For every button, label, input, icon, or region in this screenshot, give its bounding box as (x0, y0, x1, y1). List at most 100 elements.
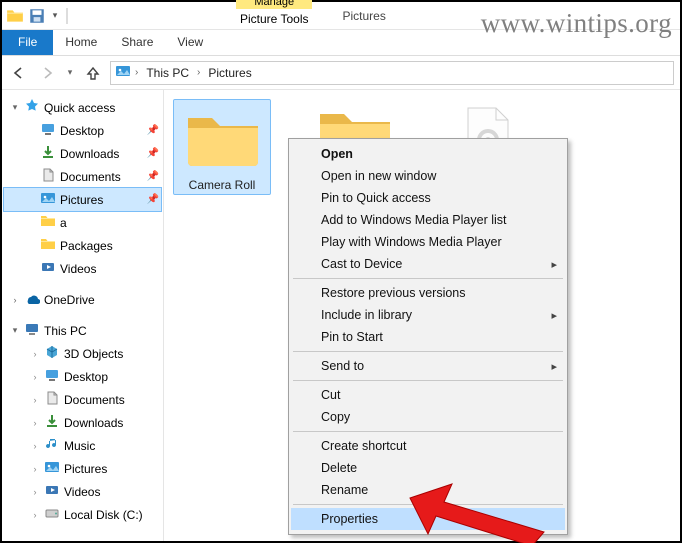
chevron-right-icon[interactable]: › (135, 67, 138, 78)
videos-icon (40, 259, 56, 278)
tree-label: Downloads (64, 416, 159, 430)
pin-icon: 📌 (147, 148, 159, 159)
tab-home[interactable]: Home (53, 30, 109, 55)
menu-item-create-shortcut[interactable]: Create shortcut (291, 435, 565, 457)
menu-item-send-to[interactable]: Send to▸ (291, 355, 565, 377)
ribbon-tabs: File Home Share View (2, 30, 680, 56)
forward-button[interactable] (36, 62, 58, 84)
address-bar[interactable]: › This PC › Pictures (110, 61, 674, 85)
menu-item-label: Create shortcut (321, 439, 406, 453)
expand-icon[interactable]: › (30, 418, 40, 428)
chevron-right-icon[interactable]: › (197, 67, 200, 78)
qat-dropdown-icon[interactable]: ▾ (50, 7, 60, 25)
menu-item-label: Cut (321, 388, 340, 402)
menu-item-add-to-windows-media-player-list[interactable]: Add to Windows Media Player list (291, 209, 565, 231)
context-menu: Open Open in new window Pin to Quick acces… (288, 138, 568, 535)
tree-label: Pictures (60, 193, 143, 207)
sidebar-item-a[interactable]: a (4, 211, 161, 234)
save-icon[interactable] (28, 7, 46, 25)
file-explorer-window: www.wintips.org ▾ Manage Picture Tools P… (0, 0, 682, 543)
tree-label: Local Disk (C:) (64, 508, 159, 522)
menu-item-pin-to-quick-access[interactable]: Pin to Quick access (291, 187, 565, 209)
expand-icon[interactable]: › (30, 395, 40, 405)
pictures-icon (44, 459, 60, 478)
menu-item-play-with-windows-media-player[interactable]: Play with Windows Media Player (291, 231, 565, 253)
contextual-tab-group: Manage Picture Tools (230, 0, 318, 29)
pin-icon: 📌 (147, 125, 159, 136)
breadcrumb[interactable]: Pictures (204, 64, 255, 82)
menu-item-label: Delete (321, 461, 357, 475)
expand-icon[interactable]: › (30, 349, 40, 359)
folder-item[interactable]: Camera Roll (174, 100, 270, 194)
pin-icon: 📌 (147, 171, 159, 182)
menu-item-rename[interactable]: Rename (291, 479, 565, 501)
breadcrumb[interactable]: This PC (142, 64, 193, 82)
pin-icon: 📌 (147, 194, 159, 205)
tab-picture-tools[interactable]: Picture Tools (230, 9, 318, 29)
menu-item-label: Open (321, 147, 353, 161)
expand-icon[interactable]: › (30, 441, 40, 451)
tab-file[interactable]: File (2, 30, 53, 55)
tab-view[interactable]: View (165, 30, 215, 55)
up-button[interactable] (82, 62, 104, 84)
separator (66, 8, 68, 24)
tree-quick-access[interactable]: ▾ Quick access (4, 96, 161, 119)
chevron-right-icon: ▸ (551, 258, 557, 271)
sidebar-item-local-disk-c-[interactable]: › Local Disk (C:) (4, 503, 161, 526)
collapse-icon[interactable]: ▾ (10, 102, 20, 113)
tree-this-pc[interactable]: ▾ This PC (4, 319, 161, 342)
menu-item-label: Play with Windows Media Player (321, 235, 502, 249)
menu-item-label: Pin to Start (321, 330, 383, 344)
back-button[interactable] (8, 62, 30, 84)
recent-dropdown[interactable]: ▾ (64, 62, 76, 84)
menu-item-copy[interactable]: Copy (291, 406, 565, 428)
tab-share[interactable]: Share (109, 30, 165, 55)
sidebar-item-videos[interactable]: Videos (4, 257, 161, 280)
tree-onedrive[interactable]: › OneDrive (4, 288, 161, 311)
menu-item-delete[interactable]: Delete (291, 457, 565, 479)
menu-item-cast-to-device[interactable]: Cast to Device▸ (291, 253, 565, 275)
expand-icon[interactable]: › (10, 295, 20, 305)
sidebar-item-videos[interactable]: ›Videos (4, 480, 161, 503)
expand-icon[interactable]: › (30, 487, 40, 497)
menu-item-open-in-new-window[interactable]: Open in new window (291, 165, 565, 187)
menu-item-cut[interactable]: Cut (291, 384, 565, 406)
sidebar-item-pictures[interactable]: ›Pictures (4, 457, 161, 480)
menu-item-pin-to-start[interactable]: Pin to Start (291, 326, 565, 348)
folder-icon (180, 104, 264, 172)
expand-icon[interactable]: › (30, 510, 40, 520)
sidebar-item-music[interactable]: ›Music (4, 434, 161, 457)
expand-icon[interactable]: › (30, 372, 40, 382)
title-bar: ▾ Manage Picture Tools Pictures (2, 2, 680, 30)
menu-item-label: Copy (321, 410, 350, 424)
tree-label: Desktop (64, 370, 159, 384)
sidebar-item-documents[interactable]: ›Documents (4, 388, 161, 411)
videos-icon (44, 482, 60, 501)
sidebar-item-downloads[interactable]: › Downloads (4, 411, 161, 434)
menu-item-include-in-library[interactable]: Include in library ▸ (291, 304, 565, 326)
sidebar-item-pictures[interactable]: Pictures 📌 (4, 188, 161, 211)
menu-item-label: Add to Windows Media Player list (321, 213, 507, 227)
tree-label: a (60, 216, 159, 230)
3d-icon (44, 344, 60, 363)
sidebar-item-downloads[interactable]: Downloads📌 (4, 142, 161, 165)
menu-item-properties[interactable]: Properties (291, 508, 565, 530)
sidebar-item-packages[interactable]: Packages (4, 234, 161, 257)
menu-item-label: Send to (321, 359, 364, 373)
collapse-icon[interactable]: ▾ (10, 325, 20, 336)
sidebar-item-3d-objects[interactable]: ›3D Objects (4, 342, 161, 365)
contextual-group-label: Manage (236, 0, 312, 9)
menu-item-open[interactable]: Open (291, 143, 565, 165)
downloads-icon (44, 413, 60, 432)
sidebar-item-desktop[interactable]: › Desktop (4, 365, 161, 388)
window-title: Pictures (330, 5, 397, 27)
pictures-icon (40, 190, 56, 209)
expand-icon[interactable]: › (30, 464, 40, 474)
onedrive-icon (24, 290, 40, 309)
menu-item-restore-previous-versions[interactable]: Restore previous versions (291, 282, 565, 304)
menu-item-label: Include in library (321, 308, 412, 322)
menu-item-label: Pin to Quick access (321, 191, 431, 205)
sidebar-item-documents[interactable]: Documents📌 (4, 165, 161, 188)
chevron-right-icon: ▸ (551, 309, 557, 322)
sidebar-item-desktop[interactable]: Desktop📌 (4, 119, 161, 142)
